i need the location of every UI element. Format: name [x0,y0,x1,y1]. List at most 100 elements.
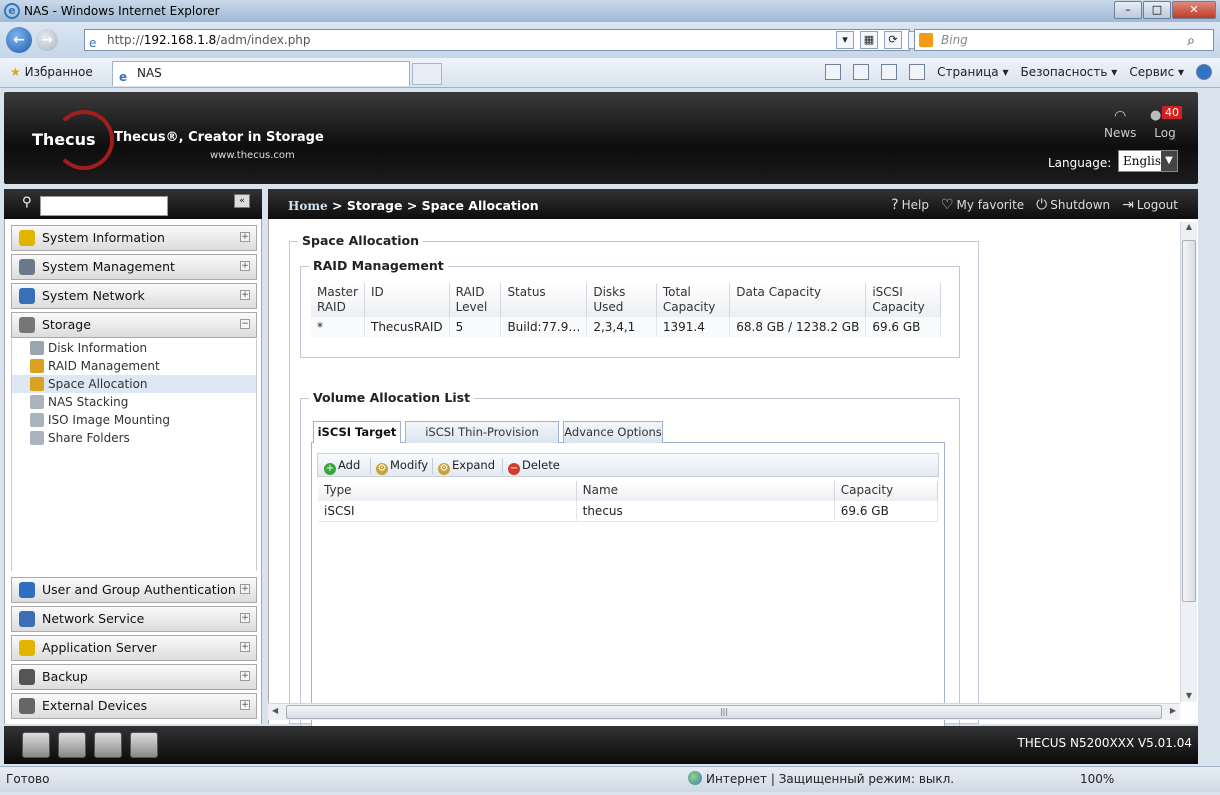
help-circle-icon: ? [891,197,899,213]
forward-button[interactable]: → [36,29,58,51]
collapse-icon[interactable]: − [240,319,250,329]
add-button[interactable]: + Add [324,458,360,475]
sidebar-search-input[interactable] [40,196,168,216]
sidebar-item-user-and-group-authentication[interactable]: User and Group Authentication + [11,577,257,603]
raid-column-header[interactable]: RAID Level [449,283,502,317]
shutdown-button[interactable]: ⏻ Shutdown [1036,197,1110,213]
submenu-item-iso-image-mounting[interactable]: ISO Image Mounting [12,411,256,429]
scroll-up-icon[interactable]: ▲ [1181,222,1197,231]
minimize-button[interactable]: – [1114,1,1142,19]
page-menu[interactable]: Страница ▾ [937,65,1008,79]
favorites-button[interactable]: ★ Избранное [10,65,93,79]
browser-tab-nas[interactable]: e NAS [112,61,410,86]
news-button[interactable]: ◠ News [1104,108,1136,140]
tagline: Thecus®, Creator in Storage [114,130,324,145]
compat-view-icon[interactable]: ▦ [860,31,878,49]
sidebar-item-storage[interactable]: Storage − [11,312,257,338]
raid-column-header[interactable]: Status [500,283,588,317]
log-button[interactable]: ● 40 Log [1150,106,1182,140]
table-row[interactable]: iSCSI thecus 69.6 GB [318,501,939,522]
gear-icon: ⚙ [376,463,388,475]
address-input[interactable]: e http://192.168.1.8/adm/index.php [84,29,910,51]
app-server-icon [19,640,35,656]
vertical-scroll-thumb[interactable] [1182,240,1196,602]
expand-icon[interactable]: + [240,261,250,271]
sidebar-item-network-service[interactable]: Network Service + [11,606,257,632]
security-menu[interactable]: Безопасность ▾ [1020,65,1117,79]
home-icon[interactable] [825,64,842,80]
network-tree-icon[interactable] [130,732,158,758]
sidebar-item-application-server[interactable]: Application Server + [11,635,257,661]
language-select[interactable]: English ▼ [1118,150,1178,172]
expand-icon[interactable]: + [240,613,250,623]
table-cell: 69.6 GB [865,317,941,337]
new-tab-button[interactable] [412,63,442,85]
dropdown-arrow-icon[interactable]: ▾ [836,31,854,49]
raid-column-header[interactable]: Total Capacity [656,283,731,317]
mail-icon[interactable] [881,64,898,80]
scroll-right-icon[interactable]: ▶ [1170,706,1176,715]
help-button[interactable]: ? Help [891,197,929,213]
raid-column-header[interactable]: iSCSI Capacity [865,283,941,317]
modify-button[interactable]: ⚙ Modify [376,458,428,475]
print-icon[interactable] [909,64,926,80]
delete-button[interactable]: − Delete [508,458,560,475]
sidebar-item-backup[interactable]: Backup + [11,664,257,690]
help-icon[interactable] [1196,64,1212,80]
fan-icon[interactable] [94,732,122,758]
refresh-icon[interactable]: ⟳ [884,31,902,49]
expand-button[interactable]: ⚙ Expand [438,458,495,475]
tab-iscsi-thin-provision[interactable]: iSCSI Thin-Provision Targets [405,421,559,459]
scroll-left-icon[interactable]: ◀ [272,706,278,715]
maximize-button[interactable]: □ [1143,1,1171,19]
sidebar-item-system-information[interactable]: System Information + [11,225,257,251]
sidebar-item-external-devices[interactable]: External Devices + [11,693,257,719]
volume-column-header[interactable]: Name [576,481,835,501]
security-zone[interactable]: Интернет | Защищенный режим: выкл. [688,767,954,791]
submenu-item-space-allocation[interactable]: Space Allocation [12,375,256,393]
raid-column-header[interactable]: Master RAID [311,283,365,317]
expand-icon[interactable]: + [240,700,250,710]
submenu-item-nas-stacking[interactable]: NAS Stacking [12,393,256,411]
raid-column-header[interactable]: Data Capacity [729,283,867,317]
horizontal-scrollbar[interactable]: ◀ ||| ▶ [268,703,1180,720]
nas-footer: THECUS N5200XXX V5.01.04 [4,726,1198,764]
close-window-button[interactable]: ✕ [1172,1,1216,19]
raid-column-header[interactable]: ID [364,283,450,317]
volume-column-header[interactable]: Capacity [834,481,939,501]
server-icon[interactable] [22,732,50,758]
scroll-down-icon[interactable]: ▼ [1181,691,1197,700]
sidebar-item-system-network[interactable]: System Network + [11,283,257,309]
expand-icon[interactable]: + [240,290,250,300]
table-row[interactable]: * ThecusRAID 5 Build:77.9… 2,3,4,1 1391.4 68.8… [311,317,941,337]
submenu-item-share-folders[interactable]: Share Folders [12,429,256,447]
horizontal-scroll-thumb[interactable]: ||| [286,705,1162,719]
feeds-icon[interactable] [853,64,870,80]
back-button[interactable]: ← [6,27,32,53]
vertical-scrollbar[interactable]: ▲ ▼ [1180,222,1197,702]
expand-icon[interactable]: + [240,671,250,681]
folder-icon [30,431,44,445]
sidebar-item-system-management[interactable]: System Management + [11,254,257,280]
expand-icon[interactable]: + [240,584,250,594]
service-menu[interactable]: Сервис ▾ [1129,65,1184,79]
submenu-item-disk-information[interactable]: Disk Information [12,339,256,357]
raid-column-header[interactable]: Disks Used [586,283,657,317]
disk-icon[interactable] [58,732,86,758]
zoom-level[interactable]: 100% [1080,767,1114,791]
logout-button[interactable]: ⇥ Logout [1122,197,1178,213]
expand-icon[interactable]: + [240,232,250,242]
storage-submenu: Disk Information RAID Management Space All… [11,339,257,571]
volume-column-header[interactable]: Type [318,481,577,501]
my-favorite-button[interactable]: ♡ My favorite [941,197,1024,213]
collapse-sidebar-button[interactable]: « [234,194,250,208]
search-icon[interactable]: ⌕ [1187,31,1195,51]
tab-iscsi-target[interactable]: iSCSI Target [313,421,401,444]
search-input[interactable]: Bing ⌕ [914,29,1214,51]
submenu-item-raid-management[interactable]: RAID Management [12,357,256,375]
breadcrumb-storage[interactable]: Storage [347,198,403,213]
expand-icon[interactable]: + [240,642,250,652]
tab-advance-options[interactable]: Advance Options [563,421,663,443]
chevron-down-icon: ▼ [1161,151,1177,171]
breadcrumb-home[interactable]: Home [288,199,328,213]
